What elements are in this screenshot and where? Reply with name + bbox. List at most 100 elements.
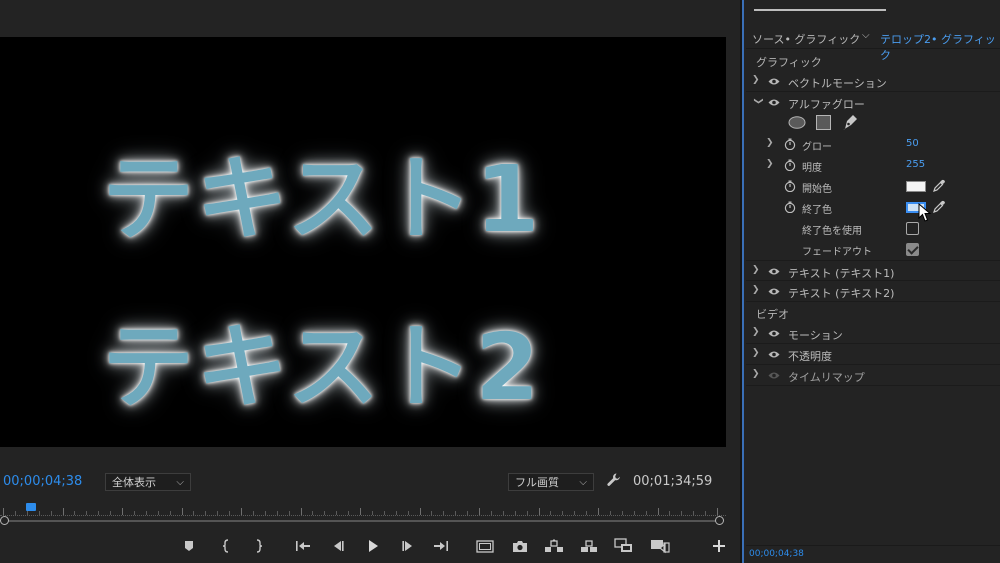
effect-row-opacity[interactable]: ❯ 不透明度 <box>746 344 1000 365</box>
fade-out-checkbox[interactable] <box>906 243 919 256</box>
ruler-tick <box>38 511 40 515</box>
ruler-tick <box>586 511 588 515</box>
chevron-right-icon[interactable]: ❯ <box>752 285 760 295</box>
prop-label: 開始色 <box>802 184 832 195</box>
export-frame-icon[interactable] <box>509 536 531 556</box>
prop-row-end-color[interactable]: 終了色 <box>746 197 1000 218</box>
zoom-scroll-track[interactable] <box>3 520 719 522</box>
zoom-scroll-end-handle[interactable] <box>715 516 724 525</box>
source-clip-label[interactable]: ソース• グラフィック <box>752 31 860 47</box>
go-to-in-icon[interactable] <box>292 536 314 556</box>
ruler-tick <box>395 511 397 515</box>
chevron-down-icon[interactable]: ⌵ <box>862 30 870 41</box>
eye-icon[interactable] <box>768 371 780 380</box>
effect-row-time-remap[interactable]: ❯ タイムリマップ <box>746 365 1000 386</box>
go-to-out-icon[interactable] <box>430 536 452 556</box>
chevron-right-icon[interactable]: ❯ <box>752 369 760 379</box>
effect-label: タイムリマップ <box>788 371 865 384</box>
mark-in-icon[interactable] <box>216 536 238 556</box>
effect-row-motion[interactable]: ❯ モーション <box>746 323 1000 344</box>
mark-out-icon[interactable] <box>247 536 269 556</box>
play-icon[interactable] <box>362 536 384 556</box>
mouse-cursor-icon <box>918 203 932 222</box>
safe-margins-icon[interactable] <box>474 536 496 556</box>
duration-timecode: 00;01;34;59 <box>633 474 713 489</box>
panel-footer: 00;00;04;38 <box>746 545 1000 563</box>
chevron-right-icon[interactable]: ❯ <box>752 348 760 358</box>
video-viewer[interactable]: テキスト1 テキスト2 <box>0 37 726 447</box>
effect-label: テキスト (テキスト2) <box>788 287 895 300</box>
step-forward-icon[interactable] <box>397 536 419 556</box>
eyedropper-icon[interactable] <box>932 200 946 214</box>
eye-icon[interactable] <box>768 77 780 86</box>
prop-label: グロー <box>802 142 832 153</box>
start-color-swatch[interactable] <box>906 181 926 192</box>
video-text-line-1: テキスト1 <box>102 146 542 253</box>
stopwatch-icon[interactable] <box>784 159 796 171</box>
stopwatch-icon[interactable] <box>784 180 796 192</box>
prop-row-brightness[interactable]: ❯ 明度 255 <box>746 155 1000 176</box>
current-timecode[interactable]: 00;00;04;38 <box>3 474 82 489</box>
eye-icon[interactable] <box>768 98 780 107</box>
extract-icon[interactable] <box>578 536 600 556</box>
ruler-tick <box>562 511 564 515</box>
ruler-tick <box>241 508 242 515</box>
pen-mask-icon[interactable] <box>842 114 858 131</box>
ruler-tick <box>3 508 4 515</box>
time-ruler[interactable] <box>0 506 726 516</box>
ellipse-mask-icon[interactable] <box>788 116 806 129</box>
sequence-clip-label[interactable]: テロップ2• グラフィック <box>880 31 1000 63</box>
eye-icon[interactable] <box>768 350 780 359</box>
prop-label: フェードアウト <box>802 247 872 258</box>
brightness-value[interactable]: 255 <box>906 159 925 170</box>
effect-row-alpha-glow[interactable]: ❯ アルファグロー <box>746 92 1000 113</box>
effect-row-text-2[interactable]: ❯ テキスト (テキスト2) <box>746 281 1000 302</box>
wrench-icon[interactable] <box>606 472 622 492</box>
stopwatch-icon[interactable] <box>784 138 796 150</box>
eye-icon[interactable] <box>768 287 780 296</box>
playhead-marker[interactable] <box>26 503 36 511</box>
eye-icon[interactable] <box>768 267 780 276</box>
prop-row-glow[interactable]: ❯ グロー 50 <box>746 134 1000 155</box>
ruler-tick <box>193 511 195 515</box>
zoom-fit-dropdown[interactable]: 全体表示 ⌵ <box>105 473 191 491</box>
ruler-tick <box>490 511 492 515</box>
ruler-tick <box>574 511 576 515</box>
prop-row-start-color[interactable]: 開始色 <box>746 176 1000 197</box>
playback-quality-dropdown[interactable]: フル画質 ⌵ <box>508 473 594 491</box>
comparison-view-icon[interactable] <box>613 536 635 556</box>
step-back-icon[interactable] <box>327 536 349 556</box>
add-marker-icon[interactable] <box>178 536 200 556</box>
effect-controls-panel: ソース• グラフィック ⌵ テロップ2• グラフィック グラフィック ❯ ベクト… <box>746 0 1000 563</box>
ruler-tick <box>443 511 445 515</box>
chevron-right-icon[interactable]: ❯ <box>766 138 774 148</box>
glow-value[interactable]: 50 <box>906 138 919 149</box>
ruler-tick <box>645 511 647 515</box>
ruler-tick <box>86 511 88 515</box>
lift-icon[interactable] <box>543 536 565 556</box>
prop-row-fade-out[interactable]: フェードアウト <box>746 239 1000 260</box>
chevron-right-icon[interactable]: ❯ <box>752 327 760 337</box>
ruler-tick <box>133 511 135 515</box>
effect-row-vector-motion[interactable]: ❯ ベクトルモーション <box>746 71 1000 92</box>
chevron-right-icon[interactable]: ❯ <box>752 75 760 85</box>
stopwatch-icon[interactable] <box>784 201 796 213</box>
rectangle-mask-icon[interactable] <box>816 115 831 130</box>
video-text-line-2: テキスト2 <box>102 314 542 421</box>
effect-row-text-1[interactable]: ❯ テキスト (テキスト1) <box>746 260 1000 281</box>
eyedropper-icon[interactable] <box>932 179 946 193</box>
prop-row-use-end-color[interactable]: 終了色を使用 <box>746 218 1000 239</box>
ruler-tick <box>526 511 528 515</box>
panel-timecode[interactable]: 00;00;04;38 <box>749 549 804 559</box>
use-end-color-checkbox[interactable] <box>906 222 919 235</box>
add-button-icon[interactable] <box>708 536 730 556</box>
eye-icon[interactable] <box>768 329 780 338</box>
zoom-scroll-start-handle[interactable] <box>0 516 9 525</box>
chevron-down-icon[interactable]: ❯ <box>753 97 763 105</box>
multicam-icon[interactable] <box>649 536 671 556</box>
ruler-tick <box>383 511 385 515</box>
effect-label: テキスト (テキスト1) <box>788 267 895 280</box>
chevron-right-icon[interactable]: ❯ <box>752 265 760 275</box>
chevron-right-icon[interactable]: ❯ <box>766 159 774 169</box>
section-video-label: ビデオ <box>756 308 789 321</box>
